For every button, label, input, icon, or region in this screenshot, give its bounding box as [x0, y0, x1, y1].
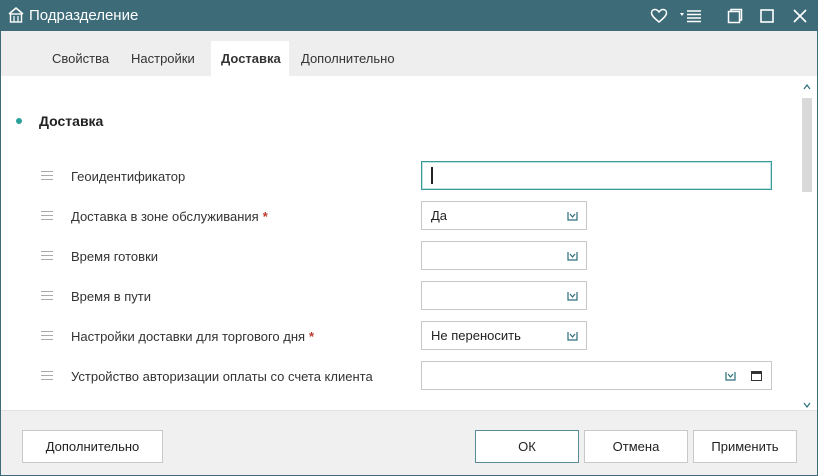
- tab-bar: Свойства Настройки Доставка Дополнительн…: [1, 31, 817, 76]
- dropdown-select-icon[interactable]: [567, 330, 578, 341]
- field-label-trading-day-settings: Настройки доставки для торгового дня *: [71, 329, 315, 344]
- dropdown-select-icon[interactable]: [567, 250, 578, 261]
- cancel-button[interactable]: Отмена: [584, 430, 688, 463]
- drag-handle-icon[interactable]: [41, 371, 53, 380]
- trading-day-settings-select[interactable]: Не переносить: [421, 321, 587, 350]
- vertical-scrollbar[interactable]: [801, 84, 813, 408]
- close-icon: [793, 9, 807, 23]
- close-button[interactable]: [789, 5, 811, 27]
- text-caret: [431, 167, 433, 184]
- tab-settings[interactable]: Настройки: [121, 41, 205, 76]
- title-bar[interactable]: Подразделение: [1, 1, 817, 31]
- dropdown-select-icon[interactable]: [725, 370, 736, 381]
- restore-button[interactable]: [724, 5, 746, 27]
- heart-icon: [650, 8, 668, 23]
- required-mark: *: [309, 329, 315, 344]
- dropdown-select-icon[interactable]: [567, 290, 578, 301]
- payment-auth-device-select[interactable]: [421, 361, 772, 390]
- drag-handle-icon[interactable]: [41, 171, 53, 180]
- field-label-travel-time: Время в пути: [71, 289, 151, 304]
- field-label-cooking-time: Время готовки: [71, 249, 159, 264]
- maximize-icon: [760, 9, 774, 23]
- menu-icon: [680, 10, 701, 23]
- drag-handle-icon[interactable]: [41, 211, 53, 220]
- maximize-button[interactable]: [756, 5, 778, 27]
- tab-properties[interactable]: Свойства: [42, 41, 119, 76]
- more-button[interactable]: Дополнительно: [22, 430, 163, 463]
- drag-handle-icon[interactable]: [41, 331, 53, 340]
- section-bullet-icon: [16, 118, 22, 124]
- field-label-payment-auth-device: Устройство авторизации оплаты со счета к…: [71, 369, 373, 384]
- open-form-icon[interactable]: [751, 371, 762, 381]
- window-title: Подразделение: [29, 7, 139, 24]
- scroll-up-icon[interactable]: [803, 84, 811, 90]
- ok-button[interactable]: ОК: [475, 430, 579, 463]
- apply-button[interactable]: Применить: [693, 430, 797, 463]
- dialog-footer: Дополнительно ОК Отмена Применить: [1, 410, 817, 475]
- drag-handle-icon[interactable]: [41, 251, 53, 260]
- scrollbar-thumb[interactable]: [802, 98, 812, 192]
- form-content: Доставка Геоидентификатор Доставка в зон…: [1, 76, 817, 410]
- drag-handle-icon[interactable]: [41, 291, 53, 300]
- field-label-geoid: Геоидентификатор: [71, 169, 186, 184]
- service-zone-delivery-select[interactable]: Да: [421, 201, 587, 230]
- travel-time-select[interactable]: [421, 281, 587, 310]
- cooking-time-select[interactable]: [421, 241, 587, 270]
- geoid-input[interactable]: [421, 161, 772, 190]
- dialog-window: Подразделение Свойства Настройки Доставк…: [0, 0, 818, 476]
- tab-delivery[interactable]: Доставка: [211, 41, 289, 76]
- building-icon: [7, 6, 25, 24]
- restore-icon: [727, 8, 743, 24]
- required-mark: *: [262, 209, 268, 224]
- favorite-button[interactable]: [648, 5, 670, 27]
- scroll-down-icon[interactable]: [803, 402, 811, 408]
- tab-additional[interactable]: Дополнительно: [291, 41, 405, 76]
- dropdown-select-icon[interactable]: [567, 210, 578, 221]
- field-label-service-zone-delivery: Доставка в зоне обслуживания *: [71, 209, 268, 224]
- section-title: Доставка: [39, 113, 104, 129]
- more-menu-button[interactable]: [678, 5, 704, 27]
